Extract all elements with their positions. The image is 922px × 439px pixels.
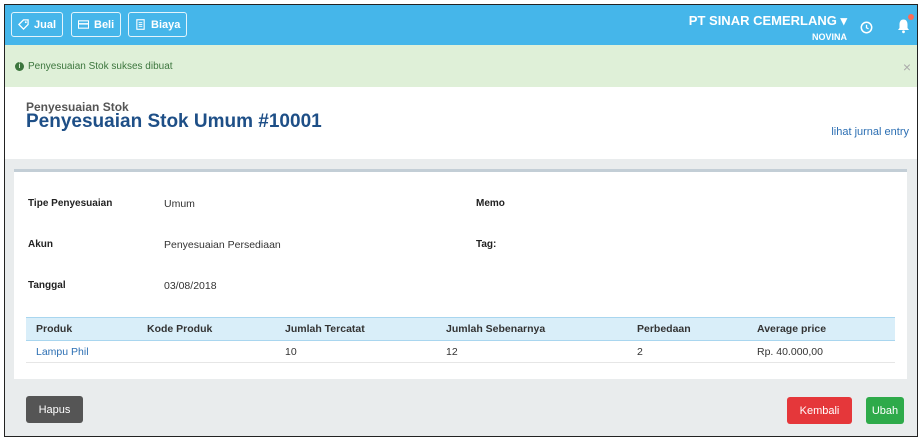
header-recorded-qty: Jumlah Tercatat [285, 323, 365, 335]
nav-beli-label: Beli [94, 18, 115, 31]
nav-beli-button[interactable]: Beli [71, 12, 122, 37]
tag-icon [18, 19, 29, 30]
header-product-code: Kode Produk [147, 323, 213, 335]
page-title: Penyesuaian Stok Umum #10001 [26, 111, 322, 132]
table-row: Lampu Phil 10 12 2 Rp. 40.000,00 [26, 341, 895, 363]
type-value: Umum [164, 198, 195, 210]
user-name: NOVINA [811, 32, 847, 42]
company-switcher[interactable]: PT SINAR CEMERLANG ▾ NOVINA [689, 13, 847, 42]
nav-biaya-button[interactable]: Biaya [128, 12, 188, 37]
alert-close-button[interactable]: × [903, 59, 911, 75]
recorded-qty-cell: 10 [285, 345, 297, 358]
memo-label: Memo [476, 198, 505, 209]
receipt-icon [136, 19, 145, 30]
credit-card-icon [78, 20, 89, 29]
header-actual-qty: Jumlah Sebenarnya [446, 323, 546, 335]
header-average-price: Average price [757, 323, 827, 335]
alert-message: Penyesuaian Stok sukses dibuat [28, 60, 173, 72]
header-difference: Perbedaan [637, 323, 691, 335]
product-table: Produk Kode Produk Jumlah Tercatat Jumla… [26, 317, 895, 363]
account-label: Akun [28, 239, 53, 250]
journal-entry-link[interactable]: lihat jurnal entry [831, 126, 909, 138]
header-product: Produk [36, 323, 73, 335]
top-navbar: Jual Beli Biaya PT SINAR CEMERLANG ▾ NOV… [5, 5, 917, 45]
bell-icon[interactable] [896, 18, 911, 34]
page-header: Penyesuaian Stok Penyesuaian Stok Umum #… [5, 87, 917, 159]
date-label: Tanggal [28, 280, 66, 291]
average-price-cell: Rp. 40.000,00 [757, 345, 823, 358]
success-alert: i Penyesuaian Stok sukses dibuat × [5, 45, 917, 87]
notification-dot [908, 14, 914, 20]
tag-label: Tag: [476, 239, 497, 250]
table-header: Produk Kode Produk Jumlah Tercatat Jumla… [26, 317, 895, 341]
company-name: PT SINAR CEMERLANG ▾ [688, 13, 847, 28]
clock-icon[interactable] [860, 21, 873, 34]
date-value: 03/08/2018 [164, 280, 217, 292]
difference-cell: 2 [637, 345, 643, 358]
info-icon: i [15, 61, 24, 71]
account-value: Penyesuaian Persediaan [164, 239, 281, 251]
delete-button[interactable]: Hapus [26, 396, 83, 423]
back-button[interactable]: Kembali [787, 397, 852, 424]
type-label: Tipe Penyesuaian [28, 198, 113, 209]
edit-button[interactable]: Ubah [866, 397, 904, 424]
product-link[interactable]: Lampu Phil [26, 346, 147, 358]
nav-jual-label: Jual [34, 18, 57, 31]
app-frame: Jual Beli Biaya PT SINAR CEMERLANG ▾ NOV… [4, 4, 918, 437]
nav-jual-button[interactable]: Jual [11, 12, 64, 37]
actual-qty-cell: 12 [446, 345, 458, 358]
detail-card: Tipe Penyesuaian Umum Memo Akun Penyesua… [14, 169, 907, 379]
nav-biaya-label: Biaya [151, 18, 181, 31]
